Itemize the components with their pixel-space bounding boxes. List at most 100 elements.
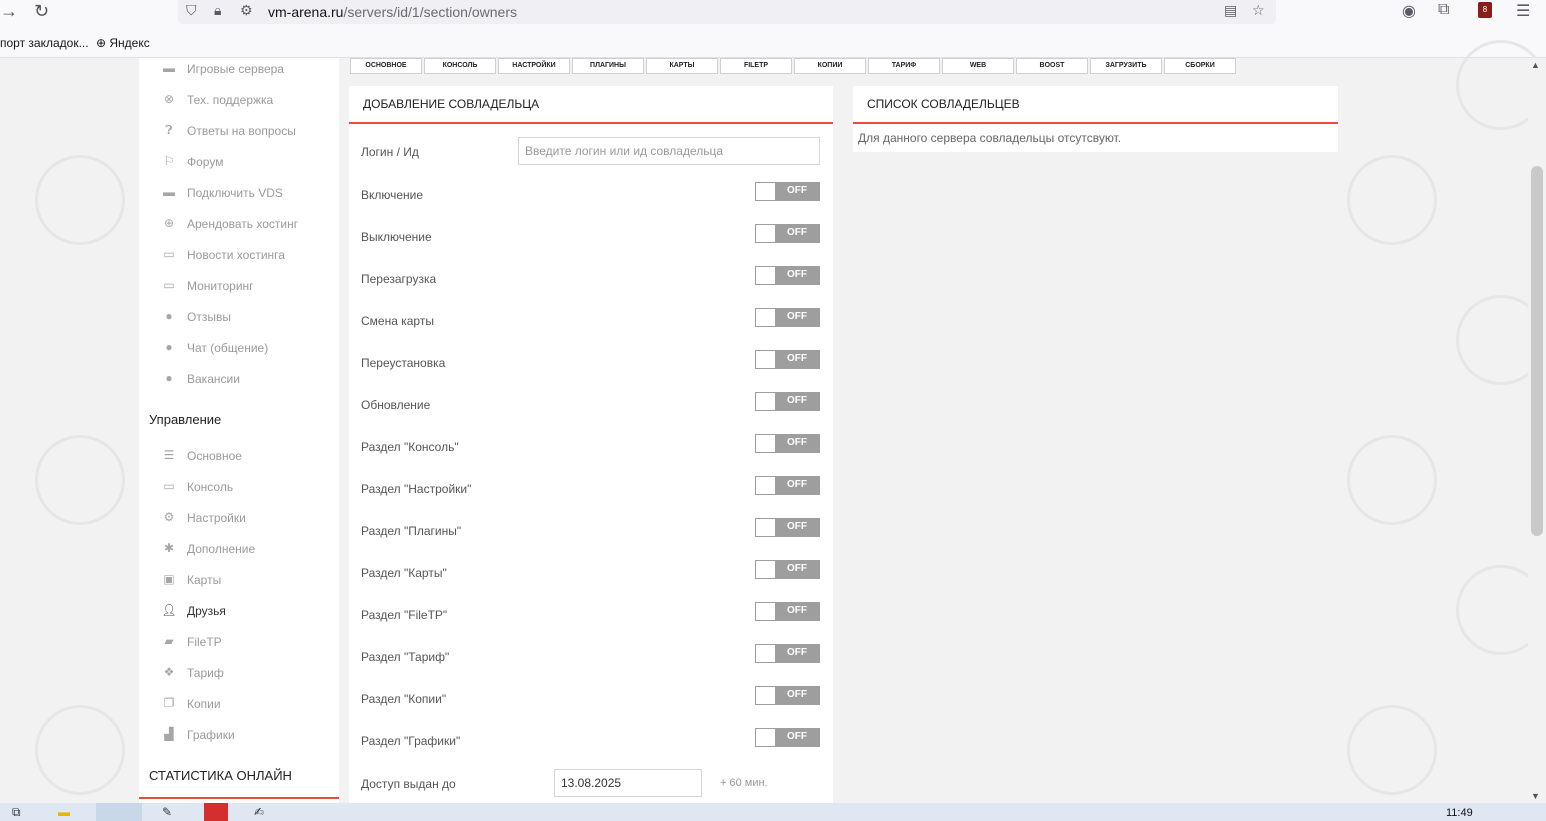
toggle-state: OFF [787,185,807,196]
sidebar-item-reviews[interactable]: ● Отзывы [139,306,339,330]
toggle-knob [756,603,775,620]
bookmark-star-icon[interactable]: ☆ [1252,2,1265,19]
ublock-extension-icon[interactable]: 8 [1478,2,1492,18]
forward-icon[interactable]: → [0,1,18,22]
shield-icon[interactable]: ⛉ [186,2,197,19]
sidebar-item-filetp[interactable]: ▰ FileTP [139,631,339,655]
login-input[interactable]: Введите логин или ид совладельца [518,137,820,165]
tab-plugins[interactable]: ПЛАГИНЫ [572,58,644,74]
permission-label-restart: Перезагрузка [361,272,437,286]
tab-tariff[interactable]: ТАРИФ [868,58,940,74]
toggle-reinstall[interactable]: OFF [755,350,820,369]
toggle-state: OFF [787,353,807,364]
menu-icon[interactable]: ☰ [1516,1,1530,21]
sidebar-item-monitoring[interactable]: ▭ Мониторинг [139,275,339,299]
tab-copies[interactable]: КОПИИ [794,58,866,74]
toggle-console[interactable]: OFF [755,434,820,453]
image-icon: ▣ [163,572,175,586]
sidebar-item-console[interactable]: ▭ Консоль [139,476,339,500]
page-scrollbar[interactable]: ▲ ▼ [1528,58,1546,803]
card-icon: ▭ [163,247,175,261]
extend-time-link[interactable]: + 60 мин. [720,777,768,789]
toggle-update[interactable]: OFF [755,392,820,411]
app-task-icon[interactable]: ✎ [162,805,172,821]
address-bar[interactable]: ⛉ 🔒︎ ⚙ vm-arena.ru/servers/id/1/section/… [178,0,1276,24]
url-text[interactable]: vm-arena.ru/servers/id/1/section/owners [268,4,517,20]
lock-icon[interactable]: 🔒︎ [214,2,221,19]
toggle-copies[interactable]: OFF [755,686,820,705]
reload-icon[interactable]: ↻ [34,1,49,22]
toggle-graphs[interactable]: OFF [755,728,820,747]
sidebar-item-addons[interactable]: ✱ Дополнение [139,538,339,562]
browser-toolbar: → ↻ ⛉ 🔒︎ ⚙ vm-arena.ru/servers/id/1/sect… [0,0,1546,30]
access-date-input[interactable]: 13.08.2025 [554,769,702,797]
filezilla-task-icon[interactable] [204,803,228,821]
firefox-task-icon[interactable] [96,803,142,821]
editor-task-icon[interactable]: ✍ [254,805,264,821]
access-until-label: Доступ выдан до [361,777,456,791]
globe-icon: ⊕ [163,216,175,230]
sidebar-item-label: Тариф [187,666,224,680]
tab-maps[interactable]: КАРТЫ [646,58,718,74]
sidebar-item-chat[interactable]: ● Чат (общение) [139,337,339,361]
toggle-state: OFF [787,521,807,532]
account-icon[interactable]: ◉ [1402,1,1416,21]
coowners-list-panel: СПИСОК СОВЛАДЕЛЬЦЕВ Для данного сервера … [853,86,1338,152]
sidebar-item-hosting[interactable]: ⊕ Арендовать хостинг [139,213,339,237]
bookmark-import[interactable]: порт закладок... [0,36,89,50]
sidebar-item-faq[interactable]: ❓︎ Ответы на вопросы [139,120,339,144]
sidebar-item-maps[interactable]: ▣ Карты [139,569,339,593]
toggle-knob [756,225,775,242]
toggle-state: OFF [787,311,807,322]
toggle-change-map[interactable]: OFF [755,308,820,327]
tab-console[interactable]: КОНСОЛЬ [424,58,496,74]
sidebar-item-copies[interactable]: ❐ Копии [139,693,339,717]
comments-icon: ● [165,371,173,385]
sidebar-item-settings[interactable]: ⚙ Настройки [139,507,339,531]
toggle-filetp[interactable]: OFF [755,602,820,621]
sidebar-item-vds[interactable]: ▬ Подключить VDS [139,182,339,206]
toggle-maps[interactable]: OFF [755,560,820,579]
tab-main[interactable]: ОСНОВНОЕ [350,58,422,74]
extensions-icon[interactable]: ⧉ [1438,1,1449,19]
task-view-icon[interactable]: ⧉ [12,805,21,821]
toggle-knob [756,351,775,368]
toggle-stop[interactable]: OFF [755,224,820,243]
scroll-thumb[interactable] [1531,166,1543,536]
sidebar-item-label: Ответы на вопросы [187,124,296,138]
sidebar-item-forum[interactable]: ⚐ Форум [139,151,339,175]
file-explorer-icon[interactable]: ▬ [58,805,70,821]
sidebar-item-vacancies[interactable]: ● Вакансии [139,368,339,392]
toggle-knob [756,309,775,326]
tab-upload[interactable]: ЗАГРУЗИТЬ [1090,58,1162,74]
reader-view-icon[interactable]: ▤ [1224,2,1237,19]
scroll-down-icon[interactable]: ▼ [1531,791,1540,801]
toggle-plugins[interactable]: OFF [755,518,820,537]
toggle-tariff[interactable]: OFF [755,644,820,663]
sidebar-item-support[interactable]: ⊗ Тех. поддержка [139,89,339,113]
sidebar-item-tariff[interactable]: ❖ Тариф [139,662,339,686]
tab-boost[interactable]: BOOST [1016,58,1088,74]
tab-web[interactable]: WEB [942,58,1014,74]
tab-filetp[interactable]: FILETP [720,58,792,74]
sidebar-item-label: Основное [187,449,242,463]
tab-builds[interactable]: СБОРКИ [1164,58,1236,74]
scroll-up-icon[interactable]: ▲ [1531,60,1540,70]
toggle-settings[interactable]: OFF [755,476,820,495]
globe-icon: ⊕ [96,36,110,50]
sidebar-item-friends[interactable]: 👤︎ Друзья [139,600,339,624]
permissions-icon[interactable]: ⚙ [240,2,253,19]
toggle-restart[interactable]: OFF [755,266,820,285]
toggle-state: OFF [787,479,807,490]
toggle-start[interactable]: OFF [755,182,820,201]
sidebar-item-news[interactable]: ▭ Новости хостинга [139,244,339,268]
clock-time[interactable]: 11:49 [1446,807,1473,819]
sidebar-item-game-servers[interactable]: ▬ Игровые сервера [139,58,339,82]
gamepad-icon: ▬ [163,185,175,199]
sidebar-item-main[interactable]: ☰ Основное [139,445,339,469]
permission-label-update: Обновление [361,398,431,412]
sidebar-item-graphs[interactable]: ▟ Графики [139,724,339,748]
bookmark-yandex[interactable]: ⊕ Яндекс [96,36,150,50]
tab-settings[interactable]: НАСТРОЙКИ [498,58,570,74]
sidebar-item-label: Игровые сервера [187,62,284,76]
